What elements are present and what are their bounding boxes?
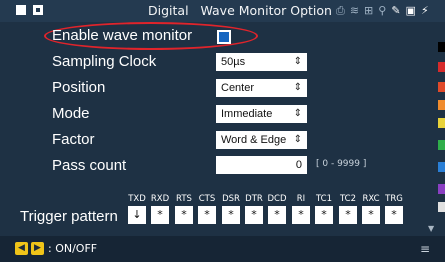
position-value: Center xyxy=(221,82,255,94)
signal-value-trg[interactable]: * xyxy=(385,206,403,224)
left-arrow-button[interactable]: ◀ xyxy=(15,242,28,255)
network-icon: ⊞ xyxy=(364,4,374,17)
signal-name-trg: TRG xyxy=(385,194,403,204)
pass-count-input[interactable]: 0 xyxy=(216,156,307,174)
signal-name-tc2: TC2 xyxy=(339,194,357,204)
factor-label: Factor xyxy=(52,131,95,148)
lock-icon: ▣ xyxy=(405,4,416,17)
settings-panel: Enable wave monitor Sampling Clock 50µs … xyxy=(0,22,430,236)
channel-color-chip xyxy=(438,202,445,212)
signal-name-rxd: RXD xyxy=(150,194,170,204)
chevron-updown-icon: ⇕ xyxy=(293,82,302,93)
position-select[interactable]: Center ⇕ xyxy=(216,79,307,97)
right-arrow-button[interactable]: ▶ xyxy=(31,242,44,255)
pass-count-label: Pass count xyxy=(52,157,127,174)
channel-color-chip xyxy=(438,42,445,52)
pass-count-range: [ 0 - 9999 ] xyxy=(316,159,367,169)
signal-value-dtr[interactable]: * xyxy=(245,206,263,224)
signal-value-dsr[interactable]: * xyxy=(222,206,240,224)
signal-value-ri[interactable]: * xyxy=(292,206,310,224)
window-restore-icon[interactable] xyxy=(33,5,43,15)
signal-name-rxc: RXC xyxy=(362,194,380,204)
trigger-pattern-label: Trigger pattern xyxy=(20,208,118,225)
sampling-clock-label: Sampling Clock xyxy=(52,53,157,70)
enable-wave-monitor-checkbox[interactable] xyxy=(217,30,231,44)
enable-wave-monitor-label: Enable wave monitor xyxy=(52,27,193,44)
channel-color-chip xyxy=(438,62,445,72)
mode-label: Mode xyxy=(52,105,90,122)
printer-icon: ⎙ xyxy=(336,4,345,17)
signal-value-txd[interactable]: ↓ xyxy=(128,206,146,224)
plug-icon: ⚡ xyxy=(420,4,429,17)
window-title: Digital Wave Monitor Option xyxy=(148,3,332,18)
signal-value-dcd[interactable]: * xyxy=(268,206,286,224)
factor-value: Word & Edge xyxy=(221,134,287,146)
menu-icon[interactable]: ≡ xyxy=(420,242,430,256)
footer-hint: : ON/OFF xyxy=(48,242,98,255)
scroll-down-icon[interactable]: ▼ xyxy=(428,224,434,233)
signal-name-dcd: DCD xyxy=(267,194,287,204)
usb-icon: ⚲ xyxy=(378,4,387,17)
channel-color-chip xyxy=(438,140,445,150)
channel-color-chip xyxy=(438,184,445,194)
signal-name-tc1: TC1 xyxy=(315,194,333,204)
window-menu-icon[interactable] xyxy=(16,5,26,15)
signal-value-cts[interactable]: * xyxy=(198,206,216,224)
bottom-bar: ◀ ▶ : ON/OFF ≡ xyxy=(0,236,445,262)
channel-color-chip xyxy=(438,162,445,172)
signal-value-tc1[interactable]: * xyxy=(315,206,333,224)
signal-name-cts: CTS xyxy=(198,194,216,204)
mode-value: Immediate xyxy=(221,108,273,120)
signal-value-tc2[interactable]: * xyxy=(339,206,357,224)
chevron-updown-icon: ⇕ xyxy=(293,134,302,145)
signal-value-rxc[interactable]: * xyxy=(362,206,380,224)
channel-color-chip xyxy=(438,118,445,128)
signal-value-rts[interactable]: * xyxy=(175,206,193,224)
signal-name-ri: RI xyxy=(296,194,306,204)
wifi-icon: ≋ xyxy=(349,4,360,17)
signal-value-rxd[interactable]: * xyxy=(151,206,169,224)
channel-color-chip xyxy=(438,82,445,92)
chevron-updown-icon: ⇕ xyxy=(293,108,302,119)
signal-name-rts: RTS xyxy=(176,194,192,204)
channel-color-chip xyxy=(438,100,445,110)
position-label: Position xyxy=(52,79,106,96)
signal-name-txd: TXD xyxy=(128,194,146,204)
signal-name-dtr: DTR xyxy=(245,194,263,204)
status-icons: ⎙ ≋ ⊞ ⚲ ✎ ▣ ⚡ xyxy=(336,3,429,19)
checkbox-check-mark xyxy=(219,32,229,42)
mode-select[interactable]: Immediate ⇕ xyxy=(216,105,307,123)
tool-icon: ✎ xyxy=(391,4,401,17)
title-bar: Digital Wave Monitor Option ⎙ ≋ ⊞ ⚲ ✎ ▣ … xyxy=(0,0,445,22)
chevron-updown-icon: ⇕ xyxy=(293,56,302,67)
signal-name-dsr: DSR xyxy=(222,194,240,204)
sampling-clock-select[interactable]: 50µs ⇕ xyxy=(216,53,307,71)
sampling-clock-value: 50µs xyxy=(221,56,246,68)
factor-select[interactable]: Word & Edge ⇕ xyxy=(216,131,307,149)
